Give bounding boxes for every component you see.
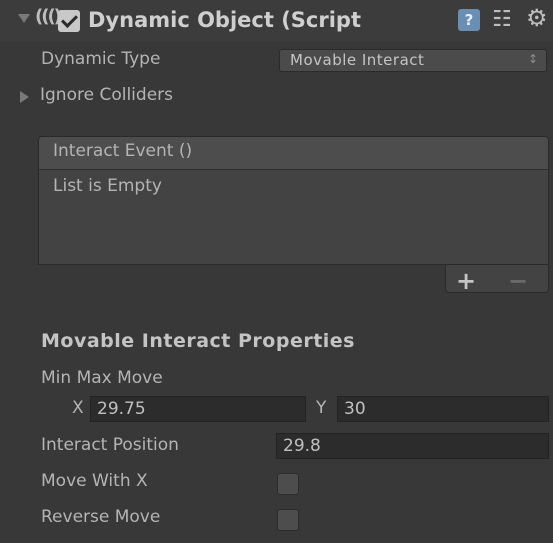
gear-icon[interactable]: ⚙ (526, 4, 548, 32)
interact-event-list: List is Empty (38, 169, 549, 265)
move-with-x-checkbox[interactable] (277, 473, 299, 495)
component-title: Dynamic Object (Script (88, 8, 361, 32)
component-header[interactable]: ((() Dynamic Object (Script ? ☷ ⚙ (0, 0, 553, 42)
script-icon: ((() (35, 6, 62, 27)
dynamic-type-dropdown[interactable]: Movable Interact ↕ (279, 49, 547, 72)
interact-position-field[interactable]: 29.8 (276, 433, 549, 459)
x-label: X (72, 398, 84, 418)
preset-icon[interactable]: ☷ (492, 7, 512, 32)
dynamic-type-value: Movable Interact (290, 51, 425, 69)
section-title: Movable Interact Properties (41, 330, 355, 352)
foldout-arrow-icon[interactable] (18, 14, 30, 23)
reverse-move-label: Reverse Move (41, 507, 161, 527)
reverse-move-checkbox[interactable] (277, 509, 299, 531)
max-y-field[interactable]: 30 (337, 396, 549, 422)
add-button[interactable]: + (456, 267, 476, 295)
interact-event-header: Interact Event () (38, 136, 549, 169)
remove-button[interactable]: − (508, 267, 528, 295)
min-max-move-label: Min Max Move (41, 368, 163, 388)
interact-event-title: Interact Event () (53, 141, 193, 161)
interact-position-label: Interact Position (41, 435, 179, 455)
dropdown-arrow-icon: ↕ (527, 52, 538, 66)
ignore-colliders-label[interactable]: Ignore Colliders (40, 85, 173, 105)
enable-checkbox[interactable] (58, 10, 80, 32)
list-empty-text: List is Empty (53, 176, 162, 196)
dynamic-type-label: Dynamic Type (41, 49, 161, 69)
ignore-colliders-foldout-icon[interactable] (20, 91, 29, 103)
move-with-x-label: Move With X (41, 471, 148, 491)
help-icon[interactable]: ? (458, 9, 480, 31)
y-label: Y (316, 398, 327, 418)
min-x-field[interactable]: 29.75 (90, 396, 306, 422)
